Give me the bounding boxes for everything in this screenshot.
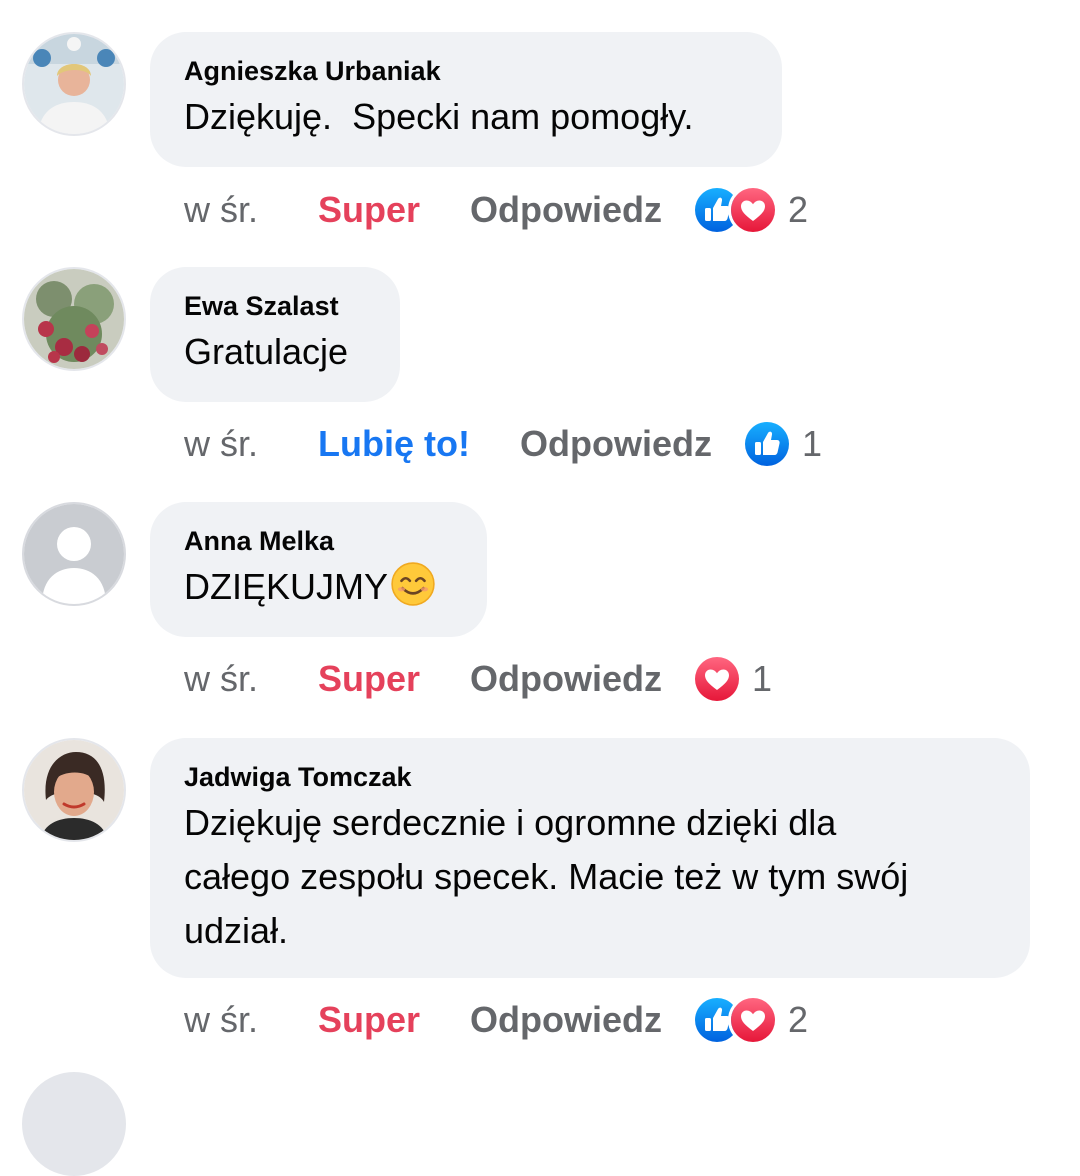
comment-bubble: Jadwiga Tomczak Dziękuję serdecznie i og… — [150, 738, 1030, 978]
reply-button[interactable]: Odpowiedz — [470, 658, 662, 700]
comment-bubble: Agnieszka Urbaniak Dziękuję. Specki nam … — [150, 32, 782, 167]
comment-bubble: Anna Melka DZIĘKUJMY — [150, 502, 487, 637]
comment-time[interactable]: w śr. — [184, 658, 318, 700]
comment-text-content: DZIĘKUJMY — [184, 566, 389, 607]
profile-photo — [24, 34, 124, 134]
reaction-count: 1 — [752, 658, 773, 699]
avatar[interactable] — [22, 267, 126, 371]
comment-time[interactable]: w śr. — [184, 189, 318, 231]
comment-bubble: Ewa Szalast Gratulacje — [150, 267, 400, 402]
comment-author[interactable]: Agnieszka Urbaniak — [184, 54, 748, 88]
avatar[interactable] — [22, 32, 126, 136]
reaction-button[interactable]: Super — [318, 999, 420, 1041]
profile-photo — [24, 269, 124, 369]
avatar[interactable] — [22, 502, 126, 606]
reply-button[interactable]: Odpowiedz — [520, 423, 712, 465]
heart-icon — [728, 995, 779, 1045]
reply-button[interactable]: Odpowiedz — [470, 189, 662, 231]
comment-text: Dziękuję serdecznie i ogromne dzięki dla… — [184, 796, 996, 958]
smiling-face-emoji — [391, 562, 435, 606]
reaction-count: 1 — [801, 423, 822, 464]
reaction-button[interactable]: Lubię to! — [318, 423, 470, 465]
comment-text: DZIĘKUJMY — [184, 560, 453, 614]
comment-author[interactable]: Anna Melka — [184, 524, 453, 558]
profile-photo — [24, 740, 124, 840]
reaction-count: 2 — [788, 189, 809, 230]
comment-time[interactable]: w śr. — [184, 999, 318, 1041]
comment-text: Dziękuję. Specki nam pomogły. — [184, 96, 694, 137]
next-comment-avatar[interactable] — [22, 1072, 126, 1176]
comment-actions: w śr. Super Odpowiedz 1 — [184, 654, 772, 704]
reaction-count: 2 — [788, 999, 809, 1040]
comment-actions: w śr. Super Odpowiedz 2 — [184, 185, 808, 235]
reaction-button[interactable]: Super — [318, 189, 420, 231]
comment-author[interactable]: Ewa Szalast — [184, 289, 366, 323]
heart-icon — [728, 185, 779, 235]
reaction-button[interactable]: Super — [318, 658, 420, 700]
reaction-summary[interactable]: 1 — [692, 654, 772, 704]
comment-text-line: Dziękuję serdecznie i ogromne dzięki dla — [184, 802, 837, 843]
comment-actions: w śr. Lubię to! Odpowiedz 1 — [184, 419, 822, 469]
comment-text: Gratulacje — [184, 331, 349, 372]
comment-text-line: całego zespołu specek. Macie też w tym s… — [184, 856, 909, 897]
reaction-summary[interactable]: 2 — [692, 995, 808, 1045]
heart-icon — [692, 654, 743, 704]
comment-actions: w śr. Super Odpowiedz 2 — [184, 995, 808, 1045]
reaction-summary[interactable]: 1 — [741, 419, 822, 469]
reply-button[interactable]: Odpowiedz — [470, 999, 662, 1041]
comment-text-line: udział. — [184, 910, 289, 951]
avatar[interactable] — [22, 738, 126, 842]
reaction-summary[interactable]: 2 — [692, 185, 808, 235]
comment-time[interactable]: w śr. — [184, 423, 318, 465]
like-icon — [741, 419, 792, 469]
comment-author[interactable]: Jadwiga Tomczak — [184, 760, 996, 794]
default-avatar-icon — [24, 504, 124, 604]
